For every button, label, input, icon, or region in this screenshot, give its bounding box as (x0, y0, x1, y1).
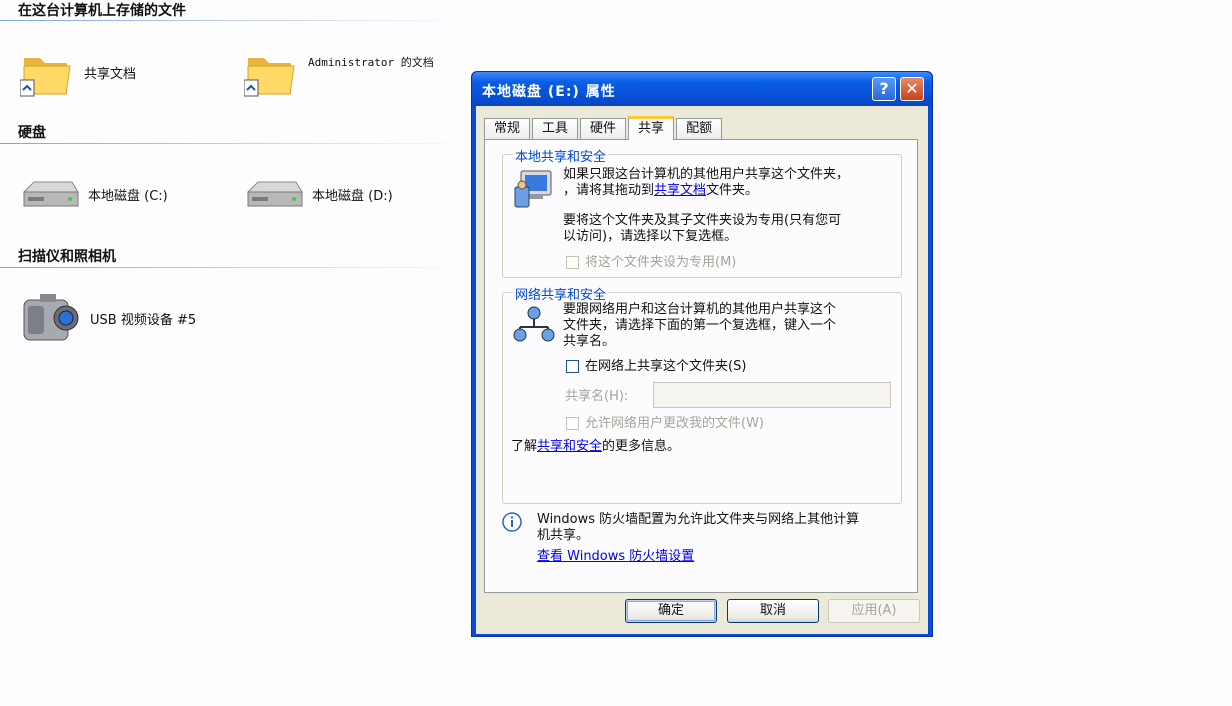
drive-item-c[interactable]: 本地磁盘 (C:) (20, 178, 168, 210)
file-item-shared-docs[interactable]: 共享文档 (20, 46, 136, 98)
local-sharing-text-1: 如果只跟这台计算机的其他用户共享这个文件夹， (563, 167, 850, 182)
device-item-label: USB 视频设备 #5 (90, 312, 197, 328)
ok-button[interactable]: 确定 (625, 599, 717, 623)
allow-change-label: 允许网络用户更改我的文件(W) (585, 416, 764, 431)
local-private-text-1: 要将这个文件夹及其子文件夹设为专用(只有您可 (563, 213, 842, 228)
hard-disk-icon (22, 181, 79, 207)
dialog-client-area: 常规 工具 硬件 共享 配额 本地共享和安全 如果只跟这台计算机的其他用户共享这… (476, 106, 928, 634)
local-sharing-group: 本地共享和安全 如果只跟这台计算机的其他用户共享这个文件夹， ，请将其拖动到共享… (502, 146, 902, 278)
tab-quota[interactable]: 配额 (676, 118, 723, 140)
file-item-label: Administrator 的文档 (308, 55, 434, 69)
file-item-label: 共享文档 (84, 66, 137, 82)
tab-general[interactable]: 常规 (484, 118, 531, 140)
hard-disk-icon (246, 181, 303, 207)
firewall-text-2: 机共享。 (537, 528, 590, 543)
local-private-text-2: 以访问)，请选择以下复选框。 (563, 229, 738, 244)
allow-change-checkbox[interactable] (566, 417, 579, 430)
share-on-network-checkbox[interactable] (566, 360, 579, 373)
cancel-button[interactable]: 取消 (727, 599, 819, 623)
sharing-tab-panel: 本地共享和安全 如果只跟这台计算机的其他用户共享这个文件夹， ，请将其拖动到共享… (484, 139, 918, 593)
folder-icon (244, 58, 295, 97)
file-item-admin-docs[interactable]: Administrator 的文档 (244, 46, 448, 98)
group-header-scanners-cameras: 扫描仪和照相机 (18, 249, 116, 265)
local-sharing-text-2: ，请将其拖动到共享文档文件夹。 (563, 183, 759, 198)
network-sharing-text-1: 要跟网络用户和这台计算机的其他用户共享这个 (563, 302, 837, 317)
group-divider (0, 267, 470, 268)
group-divider (0, 20, 470, 21)
device-item-usb-video[interactable]: USB 视频设备 #5 (20, 290, 196, 346)
dialog-titlebar[interactable]: 本地磁盘 (E:) 属性 ? ✕ (472, 72, 932, 106)
private-folder-label: 将这个文件夹设为专用(M) (585, 255, 737, 270)
camera-icon (23, 294, 79, 341)
sharing-security-link[interactable]: 共享和安全 (537, 439, 602, 454)
group-header-hard-disks: 硬盘 (18, 125, 46, 141)
computer-users-icon (514, 170, 552, 208)
group-divider (0, 143, 470, 144)
private-folder-checkbox[interactable] (566, 256, 579, 269)
network-sharing-text-3: 共享名。 (563, 334, 616, 349)
close-button[interactable]: ✕ (900, 77, 924, 101)
network-sharing-legend: 网络共享和安全 (513, 284, 609, 303)
properties-dialog: 本地磁盘 (E:) 属性 ? ✕ 常规 工具 硬件 共享 配额 本地共享和安全 (471, 71, 933, 637)
tab-tools[interactable]: 工具 (532, 118, 579, 140)
share-on-network-label: 在网络上共享这个文件夹(S) (585, 359, 747, 374)
network-icon (513, 306, 555, 342)
shared-docs-link[interactable]: 共享文档 (654, 183, 706, 198)
dialog-title: 本地磁盘 (E:) 属性 (482, 84, 616, 100)
tab-hardware[interactable]: 硬件 (580, 118, 627, 140)
tab-sharing[interactable]: 共享 (628, 116, 675, 140)
network-sharing-group: 网络共享和安全 要跟网络用户和这台计算机的其他用户共享这个 文件夹，请选择下面的… (502, 284, 902, 504)
help-button[interactable]: ? (872, 77, 896, 101)
local-sharing-legend: 本地共享和安全 (513, 146, 609, 165)
share-name-label: 共享名(H): (565, 389, 629, 404)
firewall-settings-link[interactable]: 查看 Windows 防火墙设置 (537, 549, 694, 564)
learn-more-text: 了解共享和安全的更多信息。 (511, 439, 681, 454)
firewall-text-1: Windows 防火墙配置为允许此文件夹与网络上其他计算 (537, 512, 860, 527)
folder-icon (20, 58, 71, 97)
tab-strip: 常规 工具 硬件 共享 配额 (484, 116, 724, 140)
drive-item-label: 本地磁盘 (D:) (312, 188, 393, 204)
group-header-stored-files: 在这台计算机上存储的文件 (18, 3, 186, 19)
info-icon (502, 512, 522, 532)
share-name-input[interactable] (653, 382, 891, 408)
network-sharing-text-2: 文件夹，请选择下面的第一个复选框，键入一个 (563, 318, 837, 333)
apply-button[interactable]: 应用(A) (828, 599, 920, 623)
drive-item-d[interactable]: 本地磁盘 (D:) (244, 178, 393, 210)
drive-item-label: 本地磁盘 (C:) (88, 188, 168, 204)
